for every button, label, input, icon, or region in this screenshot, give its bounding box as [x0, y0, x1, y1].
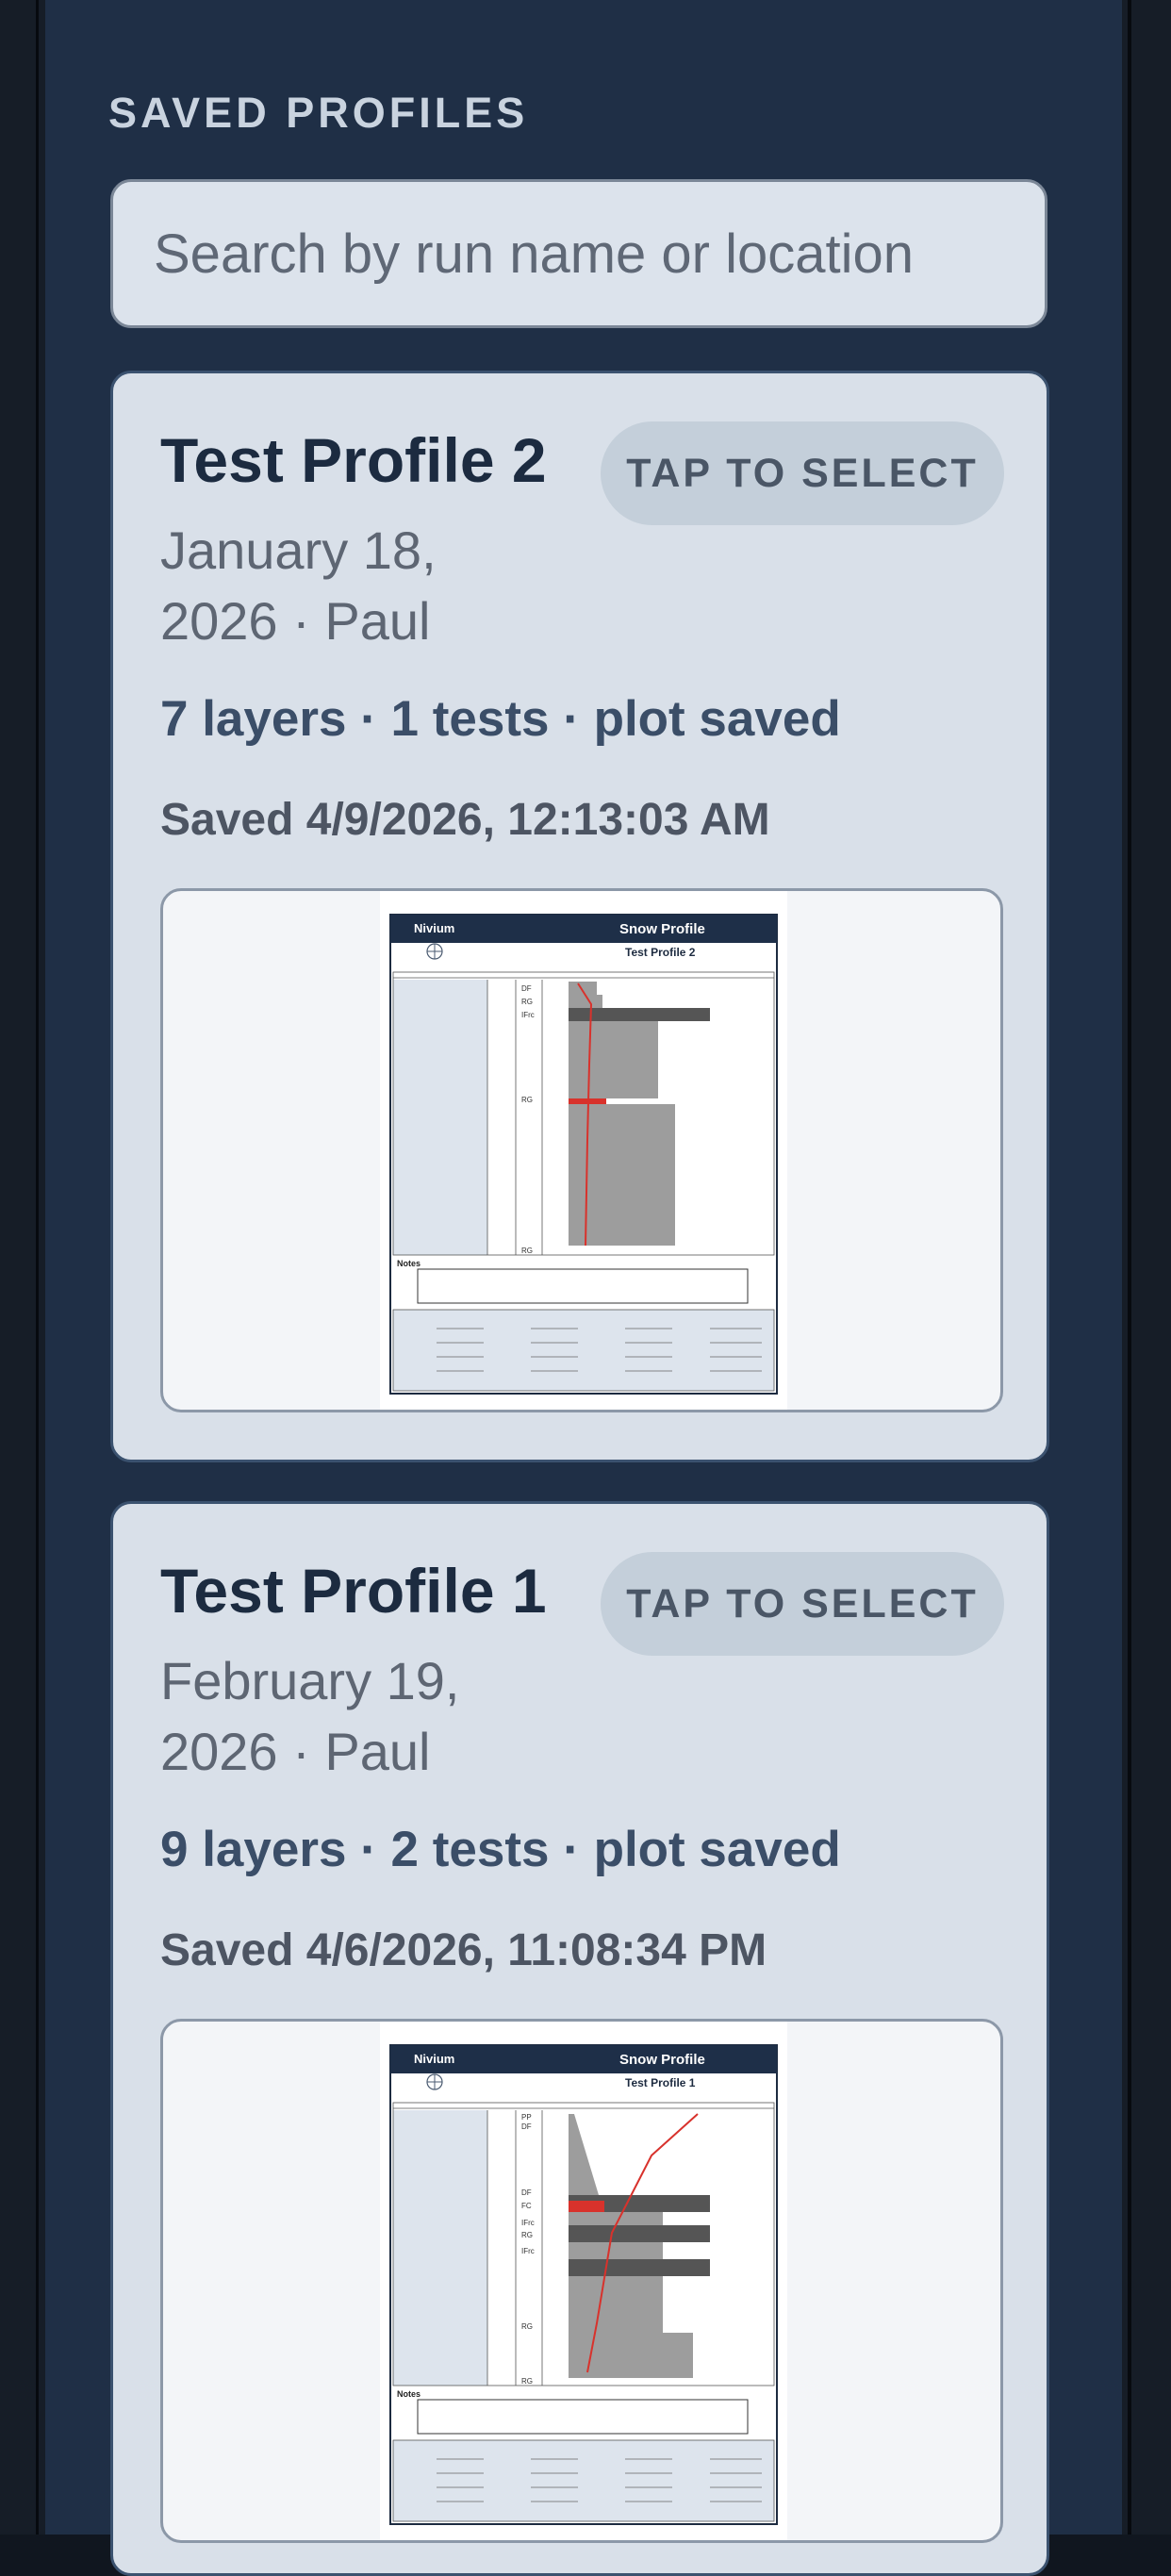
- document-profile-title: Test Profile 2: [625, 946, 696, 959]
- profile-saved-timestamp: Saved 4/6/2026, 11:08:34 PM: [160, 1925, 767, 1975]
- profile-stats: 9 layers · 2 tests · plot saved: [160, 1822, 841, 1877]
- svg-text:DF: DF: [521, 2188, 532, 2197]
- document-brand: Nivium: [414, 2052, 454, 2066]
- profile-card[interactable]: Test Profile 1 TAP TO SELECT February 19…: [110, 1501, 1049, 2576]
- profile-name: Test Profile 2: [160, 425, 547, 495]
- left-frame-edge: [0, 0, 45, 2535]
- document-heading: Snow Profile: [619, 921, 705, 937]
- profile-stats: 7 layers · 1 tests · plot saved: [160, 691, 841, 747]
- svg-text:Notes: Notes: [397, 2389, 421, 2399]
- tap-to-select-button[interactable]: TAP TO SELECT: [601, 1552, 1004, 1656]
- svg-text:RG: RG: [521, 2377, 533, 2386]
- snowflake-logo-icon: [426, 943, 443, 960]
- svg-text:FC: FC: [521, 2202, 532, 2210]
- snowflake-logo-icon: [426, 2073, 443, 2090]
- svg-text:RG: RG: [521, 2322, 533, 2331]
- svg-text:RG: RG: [521, 1096, 533, 1104]
- svg-text:IFrc: IFrc: [521, 1011, 535, 1019]
- right-frame-edge: [1122, 0, 1171, 2535]
- profile-date-observer: February 19, 2026 · Paul: [160, 1651, 460, 1781]
- svg-text:Notes: Notes: [397, 1259, 421, 1268]
- svg-text:IFrc: IFrc: [521, 2219, 535, 2227]
- document-profile-title: Test Profile 1: [625, 2076, 696, 2089]
- search-input[interactable]: [110, 179, 1047, 328]
- svg-text:DF: DF: [521, 984, 532, 993]
- snow-profile-document: Nivium Snow Profile Test Profile 1 PPDFD…: [389, 2044, 778, 2525]
- svg-text:DF: DF: [521, 2122, 532, 2131]
- profile-name: Test Profile 1: [160, 1556, 547, 1626]
- profile-date-observer: January 18, 2026 · Paul: [160, 520, 437, 651]
- snow-profile-document: Nivium Snow Profile Test Profile 2 DFRGI…: [389, 914, 778, 1395]
- tap-to-select-button[interactable]: TAP TO SELECT: [601, 421, 1004, 525]
- profile-card[interactable]: Test Profile 2 TAP TO SELECT January 18,…: [110, 371, 1049, 1462]
- profile-plot-thumbnail[interactable]: Nivium Snow Profile Test Profile 1 PP DF…: [160, 2019, 1003, 2543]
- document-brand: Nivium: [414, 921, 454, 935]
- svg-text:RG: RG: [521, 1247, 533, 1255]
- profile-saved-timestamp: Saved 4/9/2026, 12:13:03 AM: [160, 795, 770, 845]
- profile-plot-thumbnail[interactable]: Nivium Snow Profile Test Profile 2 DF RG…: [160, 888, 1003, 1412]
- section-title: SAVED PROFILES: [108, 89, 529, 137]
- svg-text:RG: RG: [521, 998, 533, 1006]
- svg-text:RG: RG: [521, 2231, 533, 2239]
- svg-text:PP: PP: [521, 2113, 532, 2122]
- svg-text:IFrc: IFrc: [521, 2247, 535, 2255]
- document-heading: Snow Profile: [619, 2052, 705, 2068]
